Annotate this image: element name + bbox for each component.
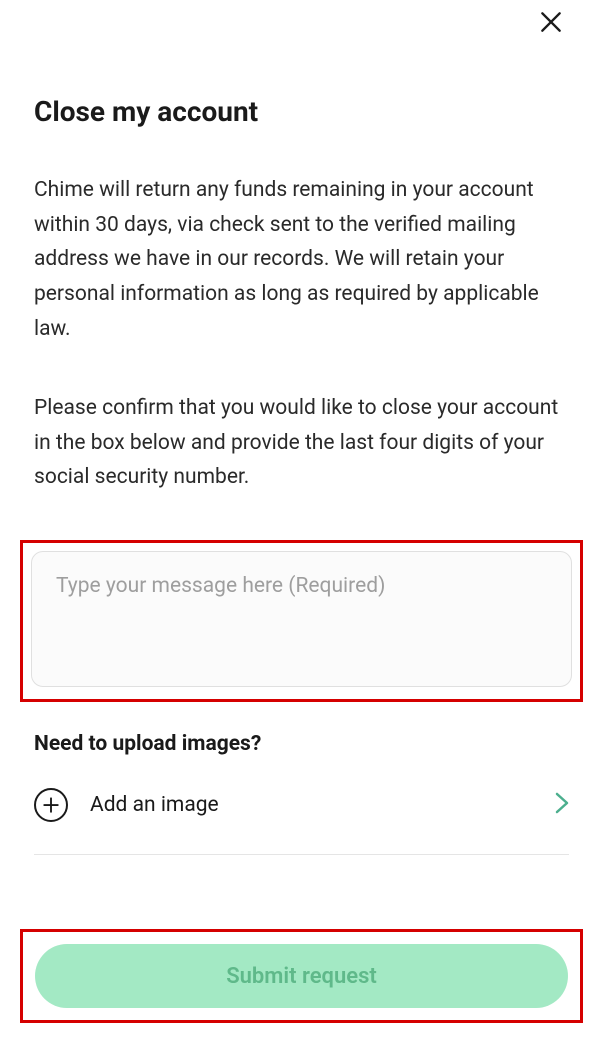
close-icon [538,9,564,39]
info-paragraph-2: Please confirm that you would like to cl… [34,391,569,495]
add-image-left: Add an image [34,788,219,822]
chevron-right-icon [555,792,569,818]
message-input[interactable] [31,551,572,687]
message-highlight-box [20,540,583,702]
main-content: Close my account Chime will return any f… [0,0,603,855]
close-button[interactable] [537,10,565,38]
submit-highlight-box: Submit request [20,929,583,1023]
info-paragraph-1: Chime will return any funds remaining in… [34,173,569,346]
plus-circle-icon [34,788,68,822]
page-title: Close my account [34,95,569,128]
add-image-label: Add an image [90,793,219,817]
add-image-button[interactable]: Add an image [34,788,569,855]
submit-request-button[interactable]: Submit request [35,944,568,1008]
upload-heading: Need to upload images? [34,732,569,756]
